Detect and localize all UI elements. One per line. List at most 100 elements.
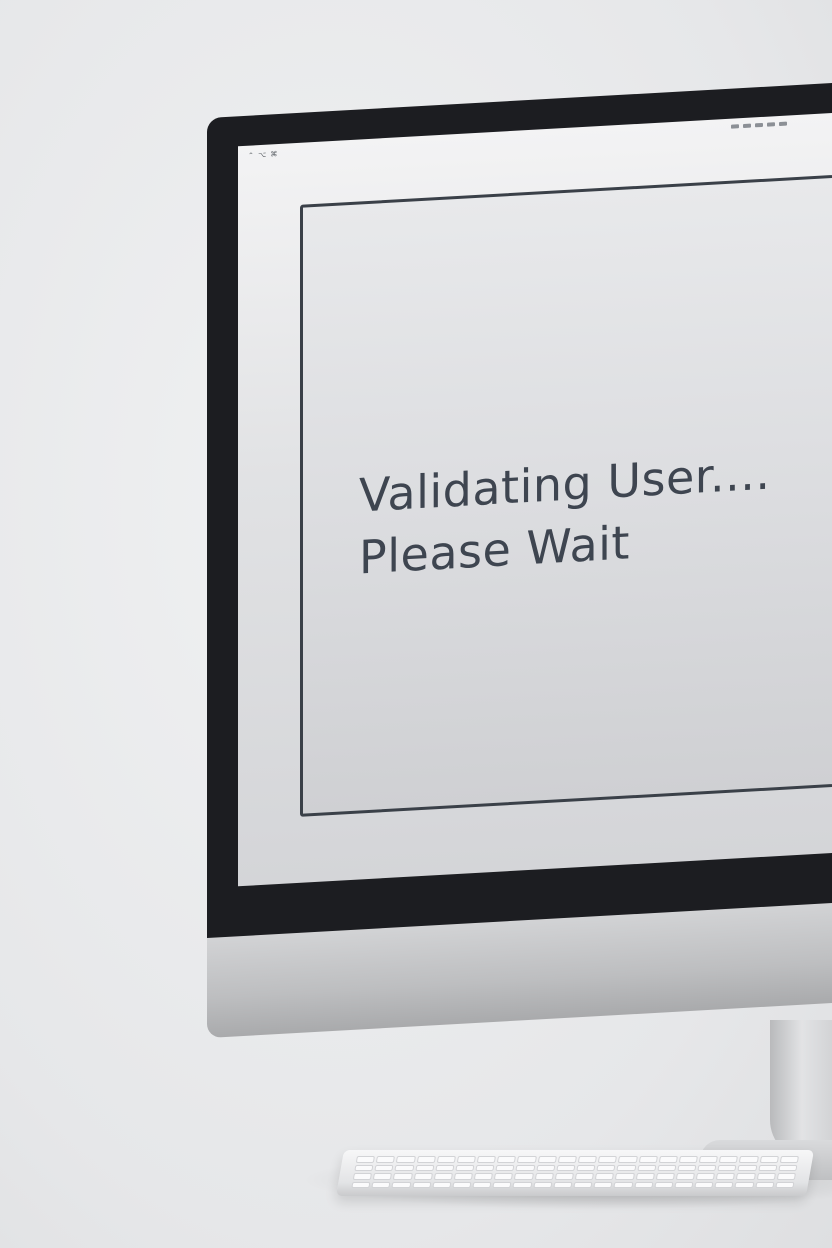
- keyboard-key: [391, 1181, 412, 1188]
- keyboard-key: [654, 1181, 674, 1188]
- status-icon: [743, 123, 751, 129]
- monitor: ⌃ ⌥ ⌘ Validating User.... Please Wait: [207, 11, 832, 1038]
- keyboard-key: [472, 1181, 492, 1188]
- keyboard-key: [598, 1156, 618, 1163]
- keyboard-key: [355, 1156, 376, 1163]
- keyboard-key: [759, 1156, 779, 1163]
- keyboard-key: [635, 1173, 655, 1180]
- status-icon: [731, 124, 739, 129]
- keyboard-key: [677, 1164, 697, 1171]
- keyboard-key: [616, 1164, 637, 1171]
- keyboard-key: [633, 1181, 654, 1188]
- keyboard-key: [351, 1181, 371, 1188]
- keyboard-key: [618, 1156, 638, 1163]
- status-icon: [767, 122, 775, 127]
- keyboard-key: [754, 1181, 775, 1188]
- keyboard-key: [455, 1164, 475, 1171]
- keyboard-key: [694, 1181, 714, 1188]
- keyboard-key: [596, 1164, 616, 1171]
- keyboard-key: [433, 1173, 453, 1180]
- keyboard-key: [414, 1164, 435, 1171]
- keyboard-key: [495, 1164, 515, 1171]
- keyboard-key: [436, 1156, 456, 1163]
- keyboard-key: [476, 1156, 497, 1163]
- keyboard-key: [452, 1181, 472, 1188]
- keyboard-key: [374, 1164, 394, 1171]
- keyboard-key: [453, 1173, 474, 1180]
- keyboard-key: [456, 1156, 477, 1163]
- keyboard-key: [737, 1164, 758, 1171]
- keyboard-key: [778, 1164, 798, 1171]
- keyboard-key: [734, 1181, 755, 1188]
- keyboard-key: [515, 1164, 536, 1171]
- keyboard-key: [675, 1173, 696, 1180]
- keyboard-key: [376, 1156, 396, 1163]
- keyboard-key: [494, 1173, 514, 1180]
- keyboard-key: [394, 1164, 415, 1171]
- keyboard-key: [698, 1156, 719, 1163]
- keyboard-key: [776, 1173, 796, 1180]
- menubar-left-text: ⌃ ⌥ ⌘: [248, 150, 279, 160]
- keyboard: [335, 1150, 815, 1196]
- keyboard-key: [557, 1156, 577, 1163]
- status-icon: [755, 122, 763, 128]
- keyboard-key: [678, 1156, 699, 1163]
- keyboard-key: [416, 1156, 436, 1163]
- keyboard-key: [373, 1173, 393, 1180]
- keyboard-key: [396, 1156, 416, 1163]
- keyboard-key: [717, 1164, 737, 1171]
- keyboard-key: [534, 1173, 554, 1180]
- keyboard-key: [595, 1173, 615, 1180]
- keyboard-keys: [351, 1156, 799, 1188]
- keyboard-key: [574, 1173, 595, 1180]
- keyboard-key: [475, 1164, 495, 1171]
- keyboard-key: [473, 1173, 494, 1180]
- keyboard-key: [532, 1181, 553, 1188]
- status-message: Validating User.... Please Wait: [359, 441, 770, 588]
- keyboard-key: [757, 1164, 778, 1171]
- status-icon: [779, 121, 787, 127]
- keyboard-key: [411, 1181, 432, 1188]
- keyboard-key: [492, 1181, 512, 1188]
- keyboard-key: [655, 1173, 675, 1180]
- keyboard-key: [593, 1181, 613, 1188]
- keyboard-key: [775, 1181, 795, 1188]
- keyboard-key: [756, 1173, 776, 1180]
- keyboard-key: [354, 1164, 374, 1171]
- keyboard-key: [657, 1164, 677, 1171]
- keyboard-key: [435, 1164, 455, 1171]
- keyboard-key: [413, 1173, 433, 1180]
- keyboard-key: [554, 1173, 574, 1180]
- monitor-stand: [770, 1020, 832, 1160]
- keyboard-key: [432, 1181, 452, 1188]
- keyboard-key: [719, 1156, 739, 1163]
- keyboard-key: [577, 1156, 598, 1163]
- keyboard-key: [638, 1156, 658, 1163]
- keyboard-key: [371, 1181, 391, 1188]
- keyboard-key: [695, 1173, 716, 1180]
- keyboard-key: [615, 1173, 635, 1180]
- keyboard-key: [613, 1181, 634, 1188]
- keyboard-key: [573, 1181, 593, 1188]
- keyboard-key: [576, 1164, 596, 1171]
- keyboard-key: [658, 1156, 678, 1163]
- validation-dialog: Validating User.... Please Wait: [300, 170, 832, 817]
- screen: ⌃ ⌥ ⌘ Validating User.... Please Wait: [238, 111, 832, 887]
- keyboard-key: [714, 1181, 734, 1188]
- keyboard-key: [535, 1164, 556, 1171]
- keyboard-key: [636, 1164, 657, 1171]
- keyboard-key: [716, 1173, 736, 1180]
- keyboard-key: [497, 1156, 517, 1163]
- keyboard-key: [674, 1181, 694, 1188]
- keyboard-key: [736, 1173, 756, 1180]
- keyboard-key: [514, 1173, 534, 1180]
- keyboard-key: [697, 1164, 717, 1171]
- keyboard-key: [537, 1156, 557, 1163]
- keyboard-key: [739, 1156, 759, 1163]
- keyboard-key: [512, 1181, 533, 1188]
- keyboard-key: [352, 1173, 373, 1180]
- keyboard-key: [393, 1173, 413, 1180]
- menubar-status-icons: [731, 121, 787, 129]
- keyboard-key: [779, 1156, 799, 1163]
- keyboard-key: [556, 1164, 576, 1171]
